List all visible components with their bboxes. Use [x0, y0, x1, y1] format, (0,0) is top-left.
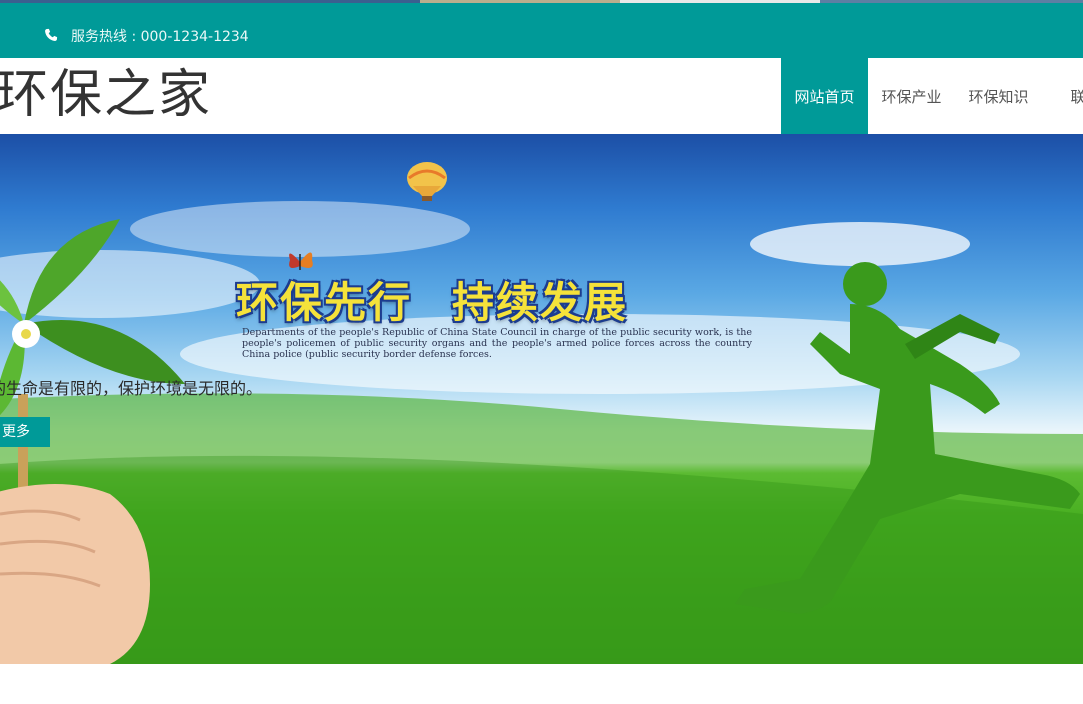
more-button[interactable]: 更多: [0, 417, 50, 447]
main-nav: 网站首页 环保产业 环保知识 联系: [781, 58, 1083, 134]
slogan-subtext: Departments of the people's Republic of …: [242, 327, 752, 360]
nav-item-knowledge[interactable]: 环保知识: [955, 58, 1042, 134]
nav-item-contact[interactable]: 联系: [1042, 58, 1083, 134]
nav-item-home[interactable]: 网站首页: [781, 58, 868, 134]
hotline-text: 服务热线 : 000-1234-1234: [71, 29, 249, 45]
nav-item-industry[interactable]: 环保产业: [868, 58, 955, 134]
hand-icon: [0, 484, 150, 664]
balloon-icon: [407, 162, 447, 201]
banner-slogan: 环保先行 持续发展: [236, 278, 628, 328]
site-header: 环保之家 网站首页 环保产业 环保知识 联系: [0, 58, 1083, 134]
phone-icon: [45, 28, 58, 41]
slogan-left: 环保先行: [236, 278, 413, 327]
hero-banner: 环保先行 持续发展 Departments of the people's Rep…: [0, 134, 1083, 664]
slogan-right: 持续发展: [452, 278, 629, 327]
site-title[interactable]: 环保之家: [0, 60, 212, 130]
cloud: [750, 222, 970, 266]
banner-caption: 的生命是有限的，保护环境是无限的。: [0, 379, 263, 398]
cloud: [130, 201, 470, 257]
hotline-bar: 服务热线 : 000-1234-1234: [0, 3, 1083, 58]
